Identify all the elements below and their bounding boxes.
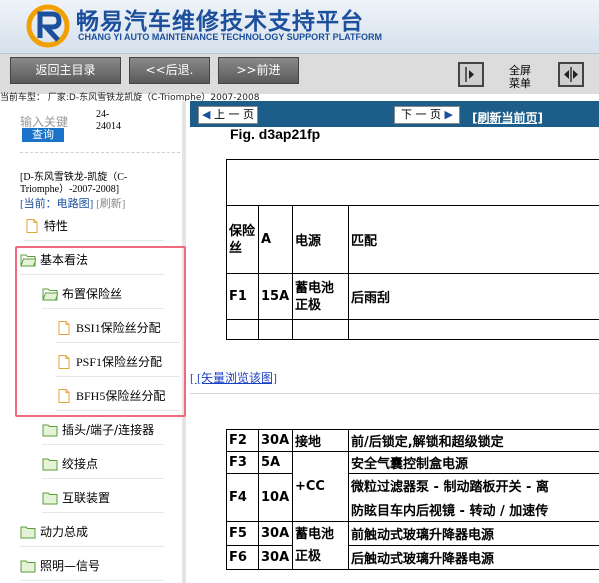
table-cell: 前/后锁定,解锁和超级锁定 <box>348 429 599 452</box>
back-button[interactable]: <<后退. <box>129 57 210 84</box>
tree-item-interconnect[interactable]: 互联装置 <box>42 483 164 513</box>
table-cell: 10A <box>258 473 293 522</box>
table-cell: 前触动式玻璃升降器电源 <box>348 521 599 546</box>
tree-item-label: 互联装置 <box>62 491 111 505</box>
next-page-button[interactable]: 下 一 页 ▶ <box>394 106 460 124</box>
page-nav-bar: ◀ 上 一 页 下 一 页 ▶ [刷新当前页] <box>190 101 599 127</box>
tree-item-label: 特性 <box>44 219 69 233</box>
table-cell: 15A <box>258 273 293 320</box>
tree-item-connectors[interactable]: 插头/端子/连接器 <box>42 415 164 445</box>
tree-item-label: 基本看法 <box>40 253 89 267</box>
code-text: 24- 24014 <box>96 109 121 132</box>
table-cell: F3 <box>226 451 259 474</box>
table-cell: 30A <box>258 429 293 452</box>
table-cell: 防眩目车内后视镜 - 转动 / 加速传 <box>348 497 599 522</box>
table-cell: F2 <box>226 429 259 452</box>
folder-icon <box>20 526 36 538</box>
content-pane: ◀ 上 一 页 下 一 页 ▶ [刷新当前页] Fig. d3ap21fp 保险… <box>190 101 599 583</box>
table-cell: +CC <box>292 451 349 522</box>
tree-item-lighting[interactable]: 照明—信号 <box>20 551 164 581</box>
file-icon <box>58 320 70 335</box>
app-header: 畅易汽车维修技术支持平台 CHANG YI AUTO MAINTENANCE T… <box>0 0 599 54</box>
tree-item-label: BSI1保险丝分配 <box>76 321 161 335</box>
header-cell: 匹配 <box>348 205 599 274</box>
refresh-link[interactable]: [刷新] <box>96 198 125 210</box>
query-button[interactable]: 查询 <box>22 128 64 142</box>
tree-item-label: 插头/端子/连接器 <box>62 423 155 437</box>
tree-item-label: 布置保险丝 <box>62 287 123 301</box>
chevron-left-icon: ◀ <box>202 108 211 121</box>
tree-item-powertrain[interactable]: 动力总成 <box>20 517 164 547</box>
fuse-table-bottom: F2 30A 接地 前/后锁定,解锁和超级锁定 F3 5A +CC 安全气囊控制盒电源 F4… <box>226 429 599 570</box>
fullscreen-menu-label[interactable]: 全屏 菜单 <box>500 64 540 90</box>
folder-icon <box>42 458 58 470</box>
home-button[interactable]: 返回主目录 <box>10 57 121 84</box>
chevron-right-icon: ▶ <box>444 108 453 121</box>
folder-open-icon <box>20 254 36 266</box>
table-cell: F5 <box>226 521 259 546</box>
header-cell: 电源 <box>292 205 349 274</box>
folder-icon <box>42 492 58 504</box>
tree-item-label: 动力总成 <box>40 525 89 539</box>
app-title: 畅易汽车维修技术支持平台 <box>76 9 364 35</box>
tree-item-label: 绞接点 <box>62 457 99 471</box>
expand-icon[interactable] <box>558 62 584 87</box>
table-cell: 接地 <box>292 429 349 452</box>
file-icon <box>58 388 70 403</box>
app-subtitle: CHANG YI AUTO MAINTENANCE TECHNOLOGY SUP… <box>78 32 383 42</box>
table-cell: F1 <box>226 273 259 320</box>
forward-button[interactable]: >>前进 <box>218 57 299 84</box>
table-cell: 30A <box>258 521 293 546</box>
sidebar: 输入关键 查询 24- 24014 [D-东风雪铁龙-凯旋（C-Triomphe… <box>0 101 186 583</box>
tree-item-splices[interactable]: 绞接点 <box>42 449 164 479</box>
file-icon <box>58 354 70 369</box>
tree-item-label: 照明—信号 <box>40 559 101 573</box>
table-cell: 后雨刮 <box>348 273 599 320</box>
folder-icon <box>20 560 36 572</box>
tree-item-features[interactable]: 特性 <box>24 211 164 241</box>
divider <box>190 393 599 394</box>
tree-item-label: PSF1保险丝分配 <box>76 355 163 369</box>
next-page-label: 下 一 页 <box>401 108 442 121</box>
prev-page-label: 上 一 页 <box>213 108 254 121</box>
current-label: [当前：电路图] <box>20 198 94 210</box>
table-cell: F6 <box>226 545 259 570</box>
tree-item-psf1[interactable]: PSF1保险丝分配 <box>56 347 180 377</box>
table-cell: 30A <box>258 545 293 570</box>
folder-icon <box>42 424 58 436</box>
file-icon <box>26 218 38 233</box>
tree-item-basic[interactable]: 基本看法 <box>20 245 164 275</box>
table-blank-cell <box>226 159 599 206</box>
table-cell: F4 <box>226 473 259 522</box>
header-cell: 保险丝 <box>226 205 259 274</box>
logo-icon <box>26 4 70 48</box>
tree-item-fuse-layout[interactable]: 布置保险丝 <box>42 279 164 309</box>
tree-item-bsi1[interactable]: BSI1保险丝分配 <box>56 313 180 343</box>
table-cell: 5A <box>258 451 293 474</box>
figure-caption: Fig. d3ap21fp <box>230 126 321 142</box>
tree-item-label: BFH5保险丝分配 <box>76 389 166 403</box>
tree-item-bfh5[interactable]: BFH5保险丝分配 <box>56 381 180 411</box>
table-cell: 蓄电池正极 <box>292 273 349 320</box>
table-cell: 蓄电池正极 <box>292 521 349 570</box>
table-cell: 后触动式玻璃升降器电源 <box>348 545 599 570</box>
collapse-sidebar-icon[interactable] <box>458 62 484 87</box>
refresh-page-link[interactable]: [刷新当前页] <box>472 109 543 126</box>
table-cell: 安全气囊控制盒电源 <box>348 451 599 474</box>
vector-view-link[interactable]: [ [矢量浏览该图] <box>190 369 277 386</box>
fullscreen-menu-text: 全屏 菜单 <box>509 64 531 90</box>
prev-page-button[interactable]: ◀ 上 一 页 <box>198 106 258 124</box>
toolbar: 返回主目录 <<后退. >>前进 全屏 菜单 <box>0 54 599 94</box>
table-cell: 微粒过滤器泵 - 制动踏板开关 - 离 <box>348 473 599 498</box>
folder-open-icon <box>42 288 58 300</box>
current-location: [当前：电路图] [刷新] <box>20 195 125 211</box>
fuse-table-top: 保险丝 A 电源 匹配 F1 15A 蓄电池正极 后雨刮 <box>226 159 599 340</box>
divider <box>20 152 180 153</box>
vehicle-title: [D-东风雪铁龙-凯旋（C-Triomphe）-2007-2008] <box>20 172 128 195</box>
header-cell: A <box>258 205 293 274</box>
